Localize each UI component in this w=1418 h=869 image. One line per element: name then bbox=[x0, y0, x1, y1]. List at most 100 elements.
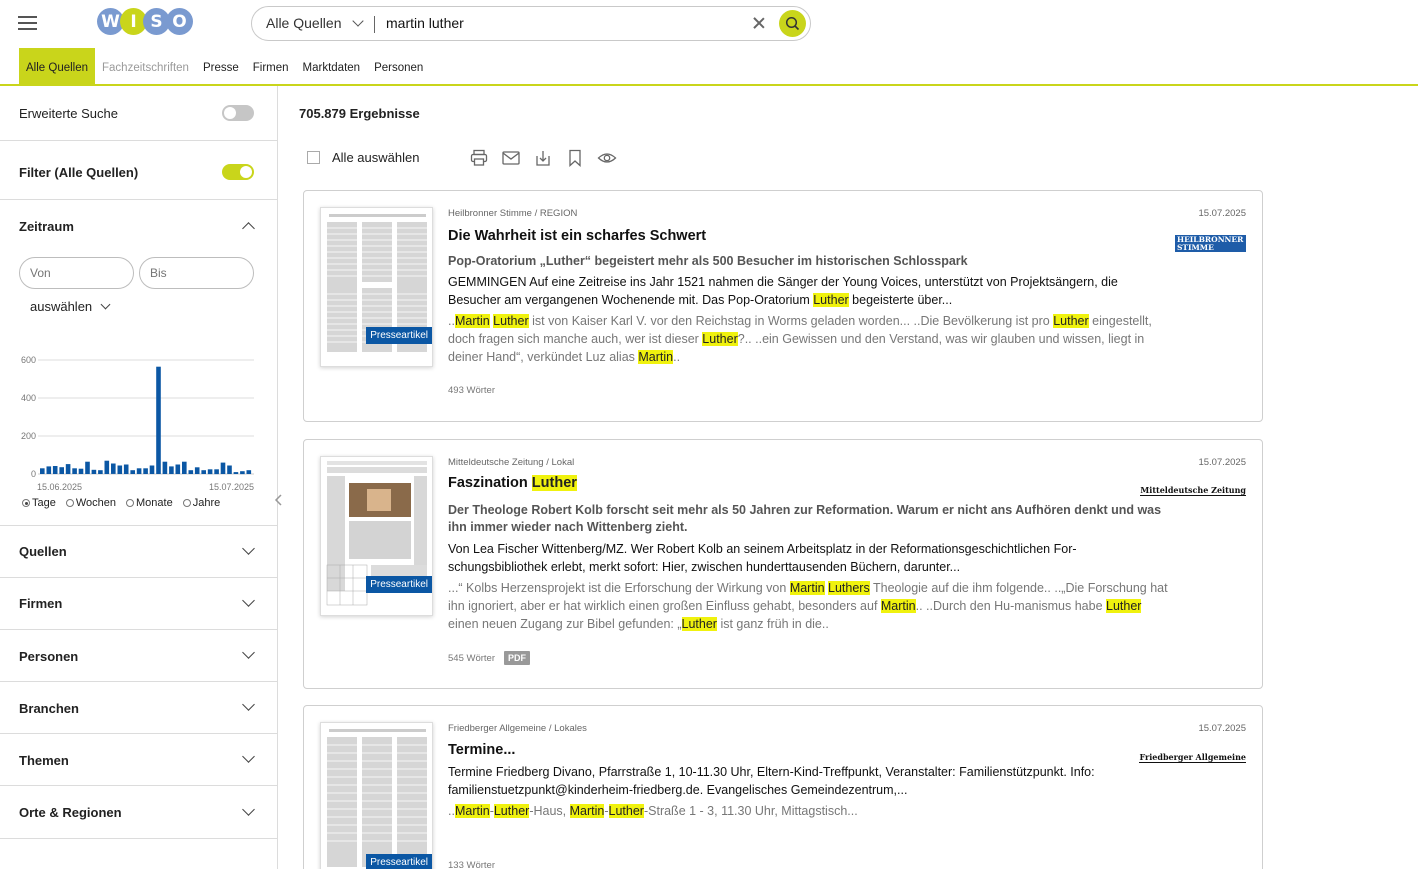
histogram-bar[interactable] bbox=[246, 470, 252, 474]
histogram-bar[interactable] bbox=[194, 467, 200, 474]
facet-personen[interactable]: Personen bbox=[0, 630, 278, 682]
word-count-label: 493 Wörter bbox=[448, 385, 495, 396]
tab-alle-quellen[interactable]: Alle Quellen bbox=[19, 48, 96, 84]
view-icon[interactable] bbox=[597, 149, 617, 167]
collapse-sidebar-icon[interactable] bbox=[273, 492, 285, 508]
highlight: Luther bbox=[493, 314, 529, 328]
histogram-bar[interactable] bbox=[98, 470, 103, 474]
facet-themen[interactable]: Themen bbox=[0, 734, 278, 786]
histogram-bar[interactable] bbox=[143, 468, 148, 474]
range-select[interactable]: auswählen bbox=[30, 299, 111, 314]
snippet-text: einen neuen Zugang zur Bibel gefunden: „ bbox=[448, 617, 682, 631]
result-title[interactable]: Faszination Luther bbox=[448, 475, 577, 491]
bookmark-icon[interactable] bbox=[565, 149, 585, 167]
histogram-bar[interactable] bbox=[169, 466, 174, 474]
pdf-badge[interactable]: PDF bbox=[504, 651, 530, 665]
article-thumbnail[interactable]: Presseartikel bbox=[320, 722, 433, 869]
histogram-bar[interactable] bbox=[91, 469, 97, 474]
snippet-text: .. ..Durch den Hu-manismus habe bbox=[915, 599, 1106, 613]
date-to-input[interactable] bbox=[139, 257, 254, 289]
radio-jahre-label: Jahre bbox=[192, 497, 221, 509]
radio-tage[interactable]: Tage bbox=[22, 497, 56, 509]
snippet-text: ...“ Kolbs Herzensprojekt ist die Erfors… bbox=[448, 581, 790, 595]
facet-orte-regionen[interactable]: Orte & Regionen bbox=[0, 786, 278, 839]
histogram-bar[interactable] bbox=[240, 471, 245, 475]
histogram-bar[interactable] bbox=[175, 464, 181, 475]
histogram-bar[interactable] bbox=[59, 467, 64, 474]
radio-jahre[interactable]: Jahre bbox=[182, 497, 221, 509]
histogram-bar[interactable] bbox=[149, 465, 155, 475]
result-title[interactable]: Die Wahrheit ist ein scharfes Schwert bbox=[448, 228, 706, 244]
histogram-bar[interactable] bbox=[182, 461, 187, 474]
top-bar: W I S O Alle Quellen bbox=[0, 0, 1418, 48]
facet-quellen[interactable]: Quellen bbox=[0, 526, 278, 578]
histogram-bar[interactable] bbox=[40, 468, 45, 474]
histogram-bar[interactable] bbox=[162, 461, 168, 474]
radio-wochen-label: Wochen bbox=[75, 497, 117, 509]
chevron-down-icon[interactable] bbox=[242, 698, 255, 711]
search-input[interactable] bbox=[386, 15, 736, 31]
tab-firmen[interactable]: Firmen bbox=[246, 48, 296, 84]
histogram-bar[interactable] bbox=[136, 468, 142, 474]
zeitraum-label: Zeitraum bbox=[19, 219, 74, 234]
result-title[interactable]: Termine... bbox=[448, 742, 515, 758]
tab-presse[interactable]: Presse bbox=[196, 48, 246, 84]
menu-icon[interactable] bbox=[18, 16, 37, 30]
advanced-search-toggle[interactable] bbox=[222, 105, 254, 121]
select-all[interactable]: Alle auswählen bbox=[307, 150, 419, 165]
histogram-bar[interactable] bbox=[72, 468, 77, 474]
histogram-bar[interactable] bbox=[85, 461, 90, 474]
article-thumbnail[interactable]: Presseartikel bbox=[320, 207, 433, 367]
word-count-label: 545 Wörter bbox=[448, 652, 495, 664]
chevron-down-icon[interactable] bbox=[242, 750, 255, 763]
date-histogram[interactable]: 600 400 200 0 15.06.2025 15.07.2025 bbox=[18, 348, 258, 498]
filter-toggle[interactable] bbox=[222, 164, 254, 180]
histogram-bar[interactable] bbox=[65, 464, 71, 474]
histogram-bar[interactable] bbox=[227, 465, 232, 475]
histogram-bar[interactable] bbox=[117, 465, 123, 475]
histogram-bar[interactable] bbox=[220, 462, 226, 474]
result-card[interactable]: Presseartikel Friedberger Allgemeine / L… bbox=[303, 705, 1263, 869]
download-icon[interactable] bbox=[533, 149, 553, 167]
article-thumbnail[interactable]: Presseartikel bbox=[320, 456, 433, 616]
filter-row: Filter (Alle Quellen) bbox=[0, 141, 278, 200]
histogram-bar[interactable] bbox=[78, 468, 84, 474]
snippet-text: ist ganz früh in die.. bbox=[716, 617, 829, 631]
result-card[interactable]: Presseartikel Mitteldeutsche Zeitung / L… bbox=[303, 439, 1263, 689]
search-button[interactable] bbox=[779, 10, 806, 37]
histogram-bar[interactable] bbox=[156, 366, 161, 474]
select-all-checkbox[interactable] bbox=[307, 151, 320, 164]
source-select[interactable]: Alle Quellen bbox=[266, 14, 364, 31]
histogram-bar[interactable] bbox=[123, 464, 129, 475]
facet-firmen[interactable]: Firmen bbox=[0, 578, 278, 630]
histogram-bar[interactable] bbox=[130, 470, 135, 474]
chevron-down-icon[interactable] bbox=[242, 594, 255, 607]
histogram-bar[interactable] bbox=[233, 472, 239, 474]
histogram-bars bbox=[40, 366, 252, 475]
radio-monate[interactable]: Monate bbox=[126, 497, 173, 509]
histogram-bar[interactable] bbox=[188, 470, 194, 474]
tab-fachzeitschriften[interactable]: Fachzeitschriften bbox=[95, 48, 196, 84]
chevron-down-icon[interactable] bbox=[242, 542, 255, 555]
radio-wochen[interactable]: Wochen bbox=[65, 497, 117, 509]
histogram-bar[interactable] bbox=[104, 460, 110, 474]
histogram-bar[interactable] bbox=[214, 469, 219, 475]
print-icon[interactable] bbox=[469, 149, 489, 167]
histogram-bar[interactable] bbox=[52, 466, 58, 474]
histogram-bar[interactable] bbox=[111, 463, 116, 474]
wiso-logo[interactable]: W I S O bbox=[97, 8, 193, 36]
chevron-down-icon[interactable] bbox=[242, 803, 255, 816]
chevron-down-icon[interactable] bbox=[242, 646, 255, 659]
tab-marktdaten[interactable]: Marktdaten bbox=[296, 48, 368, 84]
date-from-input[interactable] bbox=[19, 257, 134, 289]
clear-icon[interactable] bbox=[752, 16, 766, 30]
facet-branchen[interactable]: Branchen bbox=[0, 682, 278, 734]
histogram-bar[interactable] bbox=[201, 470, 206, 474]
tab-personen[interactable]: Personen bbox=[367, 48, 430, 84]
result-card[interactable]: Presseartikel Heilbronner Stimme / REGIO… bbox=[303, 190, 1263, 422]
histogram-bar[interactable] bbox=[46, 466, 52, 474]
chevron-up-icon[interactable] bbox=[242, 222, 255, 235]
highlight: Martin bbox=[789, 581, 825, 595]
histogram-bar[interactable] bbox=[207, 469, 213, 475]
mail-icon[interactable] bbox=[501, 149, 521, 167]
